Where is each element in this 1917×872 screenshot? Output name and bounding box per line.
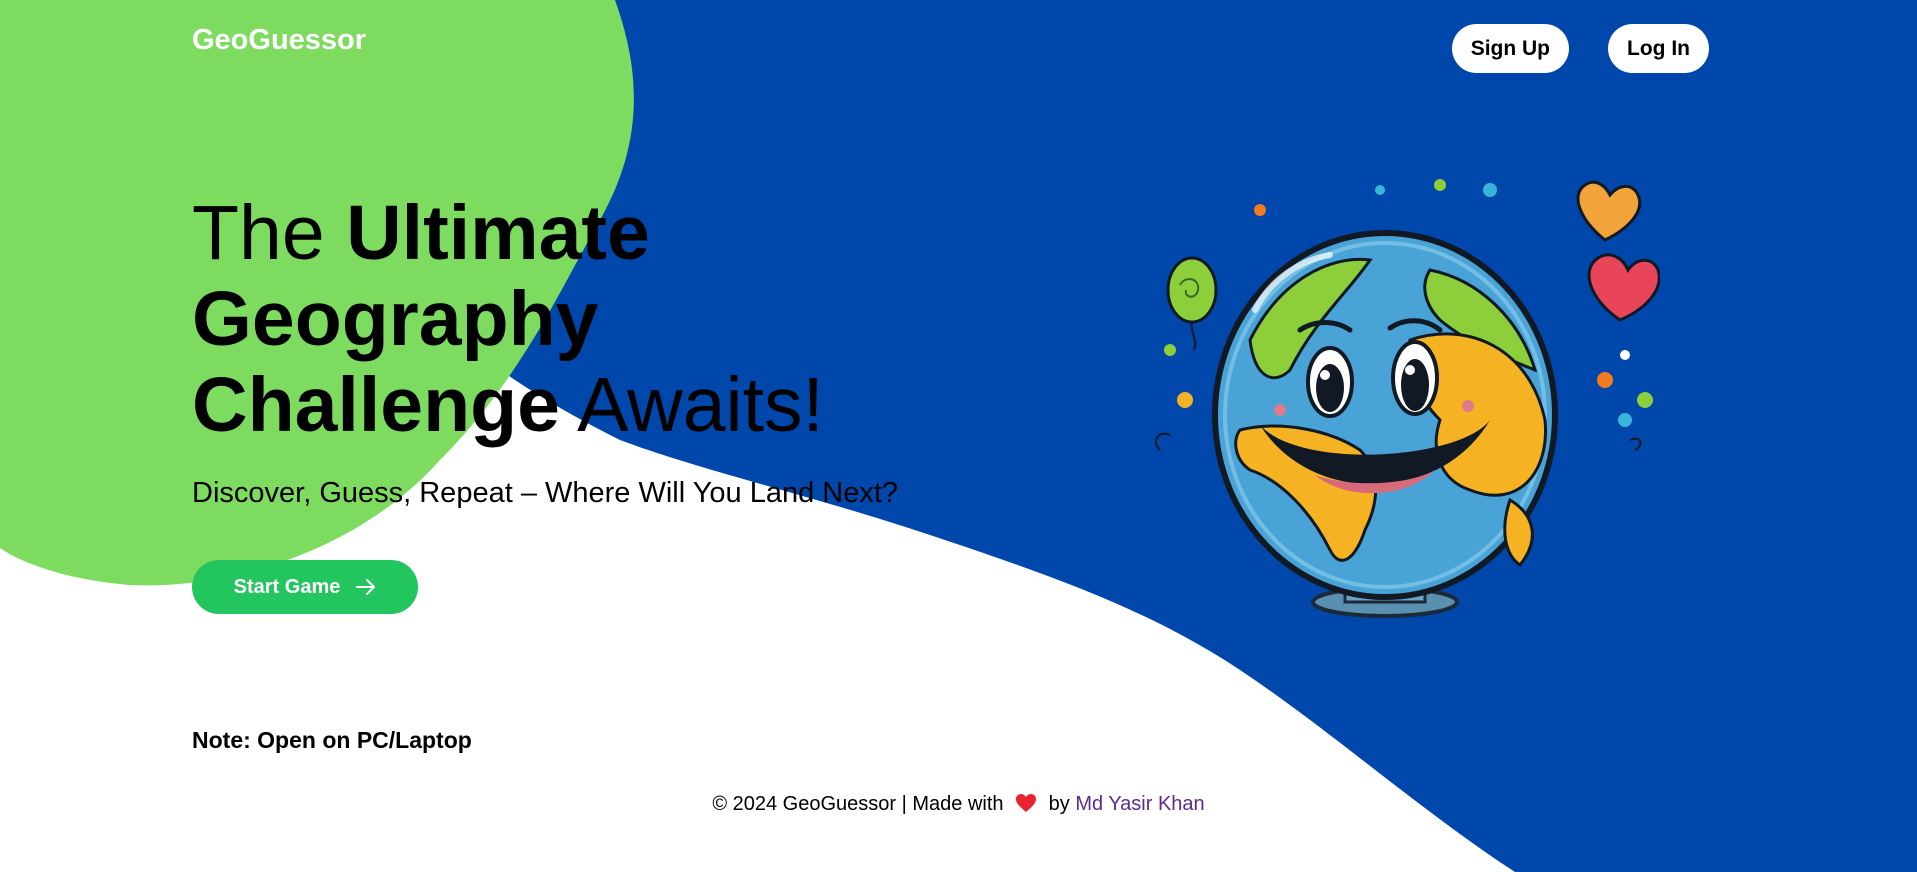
device-note: Note: Open on PC/Laptop: [192, 727, 472, 753]
arrow-right-icon: [356, 579, 376, 595]
start-game-label: Start Game: [233, 575, 341, 598]
login-button[interactable]: Log In: [1608, 24, 1709, 73]
start-game-button[interactable]: Start Game: [192, 560, 418, 614]
auth-buttons: Sign Up Log In: [1451, 24, 1709, 73]
headline-awaits: Awaits!: [559, 362, 824, 448]
footer-by: by: [1048, 793, 1070, 815]
headline-ultimate: Ultimate: [346, 190, 650, 276]
author-link[interactable]: Md Yasir Khan: [1075, 793, 1204, 815]
brand-logo[interactable]: GeoGuessor: [192, 24, 366, 57]
landing-page: GeoGuessor Sign Up Log In The Ultimate Ge…: [0, 0, 1917, 872]
hero-subtitle: Discover, Guess, Repeat – Where Will You…: [192, 477, 899, 509]
footer-copyright: © 2024 GeoGuessor | Made with: [712, 793, 1004, 815]
headline-the: The: [192, 190, 347, 276]
heart-icon: [1015, 793, 1037, 819]
footer: © 2024 GeoGuessor | Made with by Md Yasi…: [0, 793, 1917, 819]
signup-button[interactable]: Sign Up: [1451, 24, 1570, 73]
smiling-globe-illustration: [1154, 179, 1660, 618]
headline-geography: Geography: [192, 276, 599, 362]
headline-challenge: Challenge: [192, 362, 560, 448]
hero-headline: The Ultimate Geography Challenge Awaits!: [192, 190, 952, 448]
